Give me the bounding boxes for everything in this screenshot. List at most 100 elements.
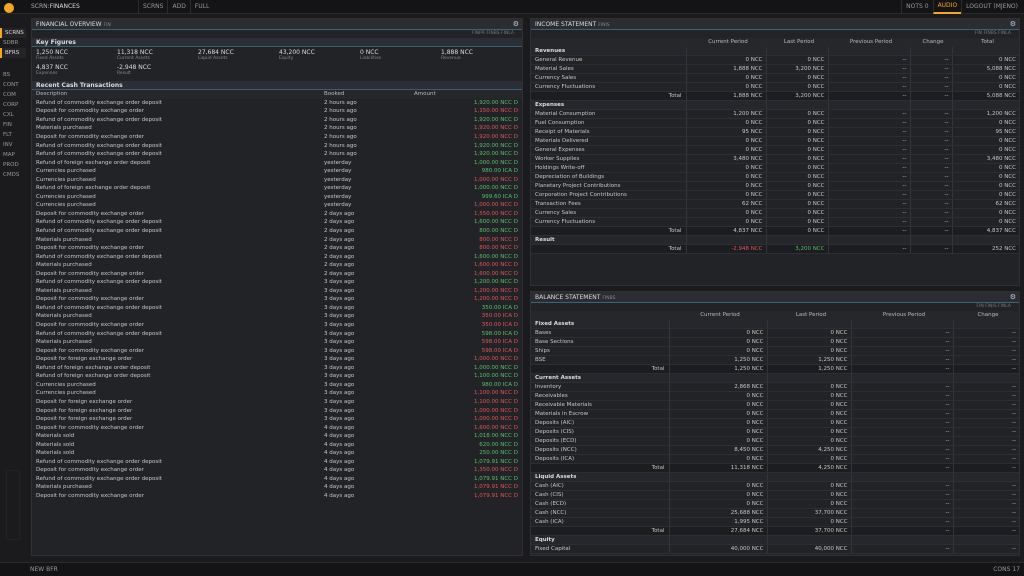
column-header[interactable] bbox=[531, 311, 669, 320]
column-header[interactable]: Current Period bbox=[686, 38, 766, 47]
table-row[interactable]: Deposit for commodity exchange order 2 da… bbox=[32, 210, 522, 219]
table-row[interactable]: Refund of commodity exchange order depos… bbox=[32, 475, 522, 484]
row-value: 0 NCC bbox=[685, 82, 766, 92]
app-logo-icon[interactable] bbox=[4, 3, 14, 13]
panel-header[interactable]: INCOME STATEMENT FINIS ⚙ bbox=[531, 19, 1019, 30]
table-row[interactable]: Refund of commodity exchange order depos… bbox=[32, 252, 522, 261]
column-header[interactable]: Last Period bbox=[766, 38, 828, 47]
panel-subtabs[interactable]: FIN FINBS FINLA bbox=[531, 30, 1019, 38]
scrns-button[interactable]: SCRNS bbox=[138, 0, 167, 14]
nav-item-cmds[interactable]: CMDS bbox=[0, 170, 26, 180]
full-button[interactable]: FULL bbox=[189, 0, 214, 14]
nav-item-inv[interactable]: INV bbox=[0, 140, 26, 150]
table-row[interactable]: Deposit for commodity exchange order 3 da… bbox=[32, 346, 522, 355]
nav-item-prod[interactable]: PROD bbox=[0, 160, 26, 170]
table-row[interactable]: Refund of commodity exchange order depos… bbox=[32, 150, 522, 159]
table-row[interactable]: Deposit for foreign exchange order 3 days… bbox=[32, 406, 522, 415]
column-header[interactable]: Total bbox=[952, 38, 1019, 47]
column-header[interactable]: Change bbox=[910, 38, 952, 47]
table-row[interactable]: Currencies purchased yesterday 1,000.00 NC… bbox=[32, 201, 522, 210]
table-row[interactable]: Materials sold 4 days ago 620.00 NCC D bbox=[32, 440, 522, 449]
nav-item-sdbr[interactable]: SDBR bbox=[0, 38, 26, 48]
table-row[interactable]: Refund of foreign exchange order deposit… bbox=[32, 364, 522, 373]
gear-icon[interactable]: ⚙ bbox=[513, 19, 519, 30]
gear-icon[interactable]: ⚙ bbox=[1010, 19, 1016, 30]
table-row[interactable]: Refund of commodity exchange order depos… bbox=[32, 99, 522, 108]
table-row[interactable]: Refund of commodity exchange order depos… bbox=[32, 329, 522, 338]
table-row[interactable]: Materials purchased 2 days ago 1,600.00 NC… bbox=[32, 261, 522, 270]
table-row[interactable]: Deposit for commodity exchange order 4 da… bbox=[32, 492, 522, 501]
panel-header[interactable]: FINANCIAL OVERVIEW FIN ⚙ bbox=[32, 19, 522, 30]
table-row[interactable]: Materials purchased 3 days ago 598.00 ICA … bbox=[32, 338, 522, 347]
table-row[interactable]: Deposit for foreign exchange order 3 days… bbox=[32, 398, 522, 407]
table-row[interactable]: Deposit for commodity exchange order 3 da… bbox=[32, 295, 522, 304]
nav-item-bfrs[interactable]: BFRS bbox=[0, 48, 26, 58]
table-row[interactable]: Refund of commodity exchange order depos… bbox=[32, 458, 522, 467]
table-row[interactable]: Currencies purchased 3 days ago 1,100.00 N… bbox=[32, 389, 522, 398]
gear-icon[interactable]: ⚙ bbox=[1010, 292, 1016, 303]
table-row[interactable]: Currencies purchased yesterday 999.60 ICA … bbox=[32, 193, 522, 202]
table-row[interactable]: Refund of commodity exchange order depos… bbox=[32, 141, 522, 150]
table-row[interactable]: Currencies purchased 3 days ago 980.00 ICA… bbox=[32, 381, 522, 390]
column-header[interactable] bbox=[531, 38, 686, 47]
table-row[interactable]: Refund of commodity exchange order depos… bbox=[32, 227, 522, 236]
table-row[interactable]: Materials purchased 4 days ago 1,079.91 NC… bbox=[32, 483, 522, 492]
nav-item-cxl[interactable]: CXL bbox=[0, 110, 26, 120]
nav-item-scrns[interactable]: SCRNS bbox=[0, 28, 26, 38]
row-value bbox=[951, 100, 1019, 110]
table-row[interactable]: Deposit for commodity exchange order 2 da… bbox=[32, 244, 522, 253]
column-header[interactable]: Current Period bbox=[669, 311, 767, 320]
table-row[interactable]: Deposit for commodity exchange order 2 ho… bbox=[32, 133, 522, 142]
table-row[interactable]: Refund of commodity exchange order depos… bbox=[32, 218, 522, 227]
nav-item-flt[interactable]: FLT bbox=[0, 130, 26, 140]
table-row[interactable]: Materials purchased 3 days ago 1,200.00 NC… bbox=[32, 287, 522, 296]
panel-subtabs[interactable]: FINPR FINBS FINLA bbox=[32, 30, 522, 38]
table-row[interactable]: Deposit for foreign exchange order 3 days… bbox=[32, 415, 522, 424]
panel-header[interactable]: BALANCE STATEMENT FINBS ⚙ bbox=[531, 292, 1019, 303]
new-buffer-button[interactable]: NEW BFR bbox=[30, 563, 58, 576]
panel-subtabs[interactable]: FIN FINIS FINLA bbox=[531, 303, 1019, 311]
col-description[interactable]: Description bbox=[32, 90, 320, 99]
column-header[interactable]: Previous Period bbox=[851, 311, 953, 320]
screen-label[interactable]: SCRN:FINANCES bbox=[31, 0, 80, 14]
table-row[interactable]: Deposit for foreign exchange order 3 days… bbox=[32, 355, 522, 364]
nav-item-fin[interactable]: FIN bbox=[0, 120, 26, 130]
table-row[interactable]: Deposit for commodity exchange order 4 da… bbox=[32, 423, 522, 432]
logout-button[interactable]: LOGOUT (MJENO) bbox=[961, 0, 1022, 14]
nav-item-bs[interactable]: BS bbox=[0, 70, 26, 80]
col-booked[interactable]: Booked bbox=[320, 90, 410, 99]
table-row[interactable]: Deposit for commodity exchange order 3 da… bbox=[32, 321, 522, 330]
table-row[interactable]: Materials purchased 2 hours ago 1,920.00 N… bbox=[32, 124, 522, 133]
column-header[interactable]: Change bbox=[953, 311, 1019, 320]
table-row[interactable]: Refund of commodity exchange order depos… bbox=[32, 304, 522, 313]
column-header[interactable]: Last Period bbox=[767, 311, 851, 320]
table-row[interactable]: Deposit for commodity exchange order 2 ho… bbox=[32, 107, 522, 116]
transaction-booked: 3 days ago bbox=[324, 398, 355, 405]
table-row[interactable]: Deposit for commodity exchange order 4 da… bbox=[32, 466, 522, 475]
table-row[interactable]: Materials purchased 3 days ago 350.00 ICA … bbox=[32, 312, 522, 321]
total-row: Total 27,684 NCC 37,700 NCC -- -- bbox=[531, 526, 1019, 536]
table-row[interactable]: Refund of foreign exchange order deposit… bbox=[32, 158, 522, 167]
table-row[interactable]: Refund of commodity exchange order depos… bbox=[32, 116, 522, 125]
table-row[interactable]: Currencies purchased yesterday 980.00 ICA … bbox=[32, 167, 522, 176]
table-row[interactable]: Refund of foreign exchange order deposit… bbox=[32, 184, 522, 193]
table-row[interactable]: Materials sold 4 days ago 250.00 NCC D bbox=[32, 449, 522, 458]
row-value: 1,888 NCC bbox=[685, 91, 766, 101]
add-button[interactable]: ADD bbox=[167, 0, 189, 14]
table-row[interactable]: Deposit for commodity exchange order 2 da… bbox=[32, 269, 522, 278]
notifications-button[interactable]: NOTS 0 bbox=[901, 0, 932, 14]
transaction-booked: 3 days ago bbox=[324, 279, 355, 286]
table-row[interactable]: Materials purchased 2 days ago 800.00 NCC … bbox=[32, 235, 522, 244]
table-row[interactable]: Refund of foreign exchange order deposit… bbox=[32, 372, 522, 381]
nav-item-corp[interactable]: CORP bbox=[0, 100, 26, 110]
nav-item-com[interactable]: COM bbox=[0, 90, 26, 100]
nav-item-map[interactable]: MAP bbox=[0, 150, 26, 160]
audio-button[interactable]: AUDIO bbox=[932, 0, 962, 14]
column-header[interactable]: Previous Period bbox=[828, 38, 910, 47]
nav-item-cont[interactable]: CONT bbox=[0, 80, 26, 90]
row-value: -- bbox=[850, 517, 953, 527]
table-row[interactable]: Materials sold 4 days ago 1,018.00 NCC D bbox=[32, 432, 522, 441]
table-row[interactable]: Currencies purchased yesterday 1,000.00 NC… bbox=[32, 175, 522, 184]
col-amount[interactable]: Amount bbox=[410, 90, 522, 99]
table-row[interactable]: Refund of commodity exchange order depos… bbox=[32, 278, 522, 287]
